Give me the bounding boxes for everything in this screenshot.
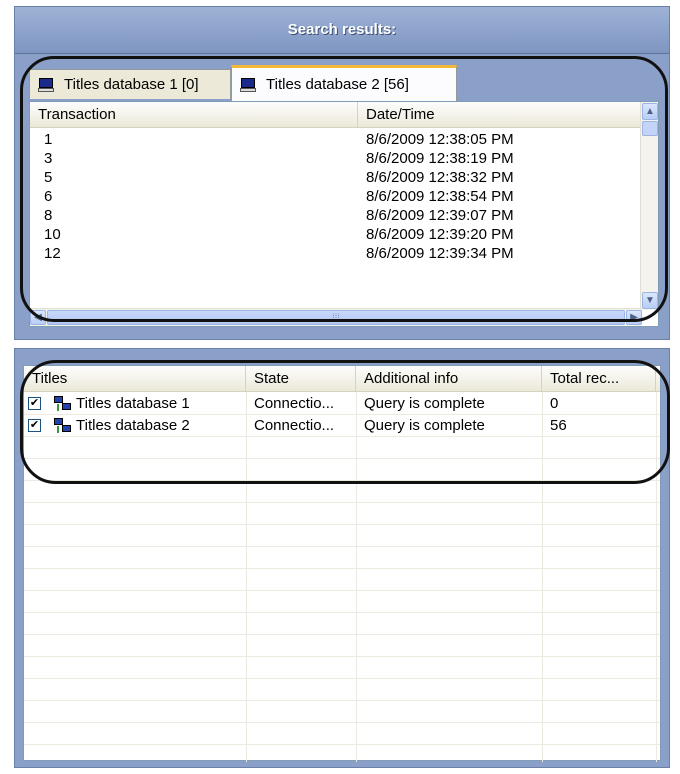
tab-titles-database-1[interactable]: Titles database 1 [0] [29,69,231,99]
row-state: Connectio... [254,417,335,434]
grid-divider [356,392,357,762]
horizontal-scrollbar[interactable]: ◀ ⁞⁞⁞ ▶ [30,308,642,326]
table-row[interactable]: ✔ Titles database 2 Connectio... Query i… [24,415,660,437]
grid-divider [24,524,660,525]
grid-divider [24,678,660,679]
row-title: Titles database 2 [76,417,190,434]
grid-divider [246,392,247,762]
column-header-total-records[interactable]: Total rec... [542,366,656,392]
grid-divider [24,700,660,701]
grid-divider [656,392,657,762]
grid-divider [24,458,660,459]
grid-divider [24,480,660,481]
grid-divider [24,502,660,503]
column-header-transaction[interactable]: Transaction [30,102,358,128]
search-results-title: Search results: [15,7,669,53]
tab-label: Titles database 1 [0] [64,76,199,93]
network-icon [54,396,72,412]
grid-header: Titles State Additional info Total rec..… [24,366,660,392]
scroll-thumb[interactable] [642,121,658,136]
grid-divider [24,722,660,723]
transactions-list[interactable]: Transaction Date/Time 1 8/6/2009 12:38:05… [29,101,659,327]
column-header-state[interactable]: State [246,366,356,392]
row-checkbox[interactable]: ✔ [28,419,41,432]
tab-label: Titles database 2 [56] [266,76,409,93]
list-item[interactable]: 6 8/6/2009 12:38:54 PM [30,187,642,206]
network-icon [54,418,72,434]
row-total: 0 [550,395,559,412]
horizontal-scroll-thumb[interactable]: ⁞⁞⁞ [47,310,625,325]
list-item[interactable]: 8 8/6/2009 12:39:07 PM [30,206,642,225]
panel-splitter[interactable] [14,340,670,348]
grid-divider [24,656,660,657]
row-info: Query is complete [364,395,485,412]
search-results-panel: Search results: Titles database 1 [0] Ti… [14,6,670,340]
row-total: 56 [550,417,567,434]
grid-divider [24,612,660,613]
computer-icon [240,77,256,92]
row-state: Connectio... [254,395,335,412]
list-item[interactable]: 1 8/6/2009 12:38:05 PM [30,130,642,149]
scroll-up-button[interactable]: ▲ [642,103,658,120]
computer-icon [38,77,54,92]
sources-grid[interactable]: Titles State Additional info Total rec..… [23,365,661,762]
grid-divider [24,744,660,745]
grid-divider [542,392,543,762]
column-header-datetime[interactable]: Date/Time [358,102,642,128]
scroll-left-button[interactable]: ◀ [30,310,46,325]
list-header: Transaction Date/Time [30,102,642,128]
row-title: Titles database 1 [76,395,190,412]
table-row[interactable]: ✔ Titles database 1 Connectio... Query i… [24,393,660,415]
grid-divider [24,568,660,569]
vertical-scrollbar[interactable]: ▲ ▼ [640,102,658,310]
title-divider [15,53,669,54]
column-header-titles[interactable]: Titles [24,366,246,392]
row-checkbox[interactable]: ✔ [28,397,41,410]
grid-divider [24,590,660,591]
scroll-right-button[interactable]: ▶ [626,310,642,325]
grid-divider [24,634,660,635]
column-header-additional-info[interactable]: Additional info [356,366,542,392]
grid-divider [24,546,660,547]
list-item[interactable]: 10 8/6/2009 12:39:20 PM [30,225,642,244]
sources-panel: Titles State Additional info Total rec..… [14,348,670,768]
row-info: Query is complete [364,417,485,434]
tab-titles-database-2[interactable]: Titles database 2 [56] [231,65,457,101]
scroll-down-button[interactable]: ▼ [642,292,658,309]
list-item[interactable]: 12 8/6/2009 12:39:34 PM [30,244,642,263]
list-item[interactable]: 3 8/6/2009 12:38:19 PM [30,149,642,168]
list-item[interactable]: 5 8/6/2009 12:38:32 PM [30,168,642,187]
